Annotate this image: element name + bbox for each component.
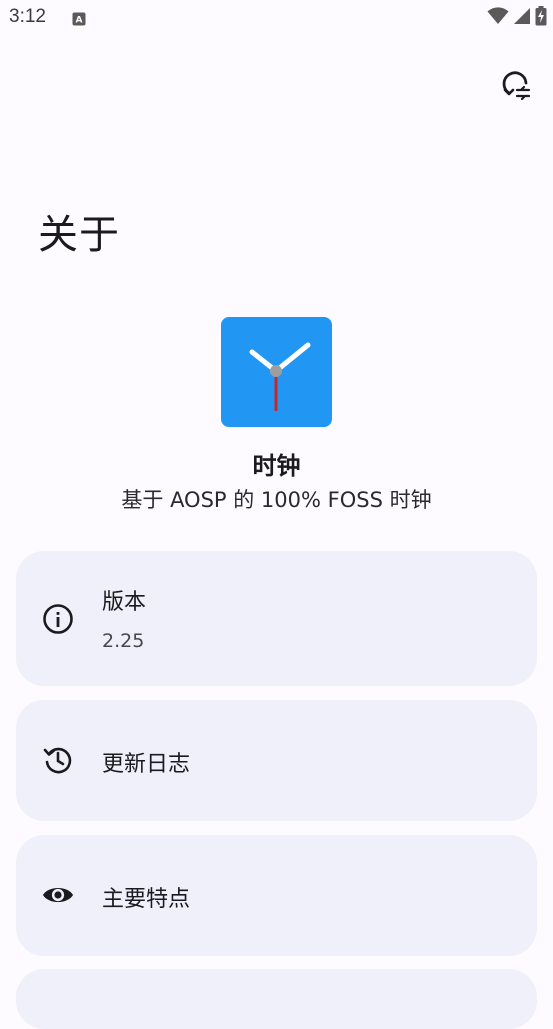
- version-title: 版本: [102, 590, 147, 615]
- info-icon: [42, 603, 74, 635]
- status-bar: 3:12 A: [0, 0, 553, 38]
- features-card[interactable]: 主要特点: [16, 835, 537, 956]
- features-title: 主要特点: [102, 887, 191, 912]
- app-description: 基于 AOSP 的 100% FOSS 时钟: [121, 488, 432, 512]
- status-time: 3:12: [9, 6, 46, 27]
- changelog-title: 更新日志: [102, 752, 191, 777]
- history-icon: [42, 744, 74, 776]
- keyboard-a-icon: A: [72, 11, 86, 26]
- app-logo: [221, 317, 332, 427]
- clock-icon: [221, 342, 332, 431]
- restore-settings-icon: [499, 70, 531, 106]
- version-value: 2.25: [102, 630, 145, 652]
- restore-settings-button[interactable]: [497, 70, 533, 106]
- eye-icon: [42, 879, 74, 911]
- signal-icon: [513, 7, 531, 29]
- page-title: 关于: [38, 212, 120, 258]
- status-indicators: [487, 6, 547, 30]
- wifi-icon: [487, 7, 509, 29]
- battery-charging-icon: [535, 6, 547, 30]
- app-name: 时钟: [252, 452, 301, 480]
- changelog-card[interactable]: 更新日志: [16, 700, 537, 821]
- svg-text:A: A: [76, 16, 83, 26]
- next-card-partial[interactable]: [16, 969, 537, 1029]
- version-card[interactable]: 版本 2.25: [16, 551, 537, 686]
